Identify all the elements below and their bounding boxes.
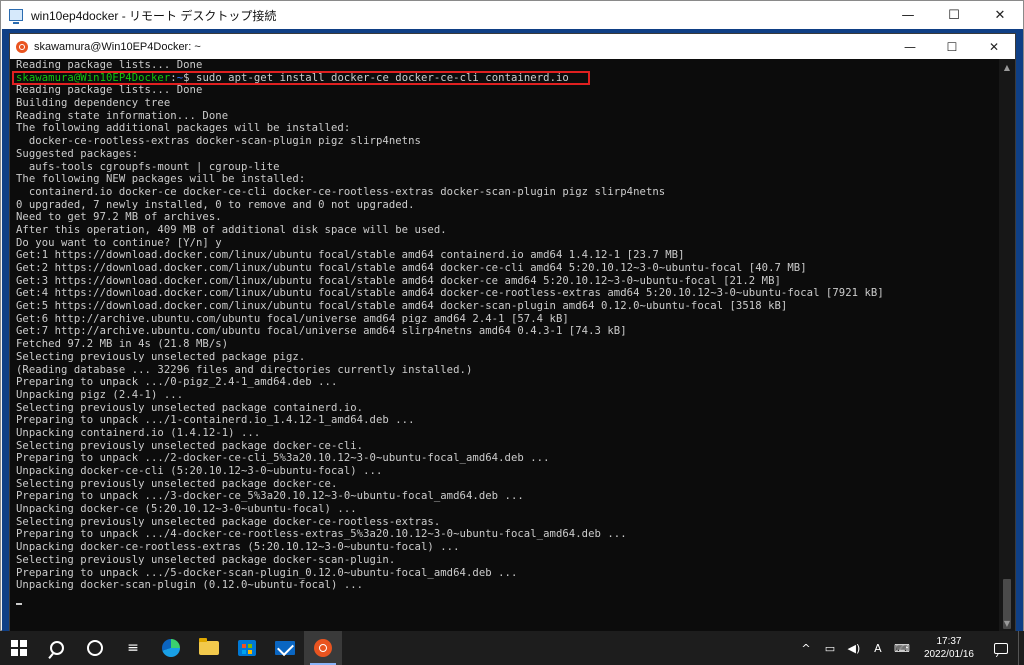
terminal-output[interactable]: Reading package lists... Done skawamura@… [10, 59, 999, 631]
output-lines: Reading package lists... Done Building de… [16, 84, 999, 592]
mail-button[interactable] [266, 631, 304, 665]
terminal-line: Get:6 http://archive.ubuntu.com/ubuntu f… [16, 312, 569, 325]
terminal-line: Fetched 97.2 MB in 4s (21.8 MB/s) [16, 338, 229, 351]
volume-icon[interactable]: ◀) [842, 631, 866, 665]
cursor-line [16, 592, 999, 605]
terminal-window: skawamura@Win10EP4Docker: ~ — ☐ ✕ Readin… [9, 33, 1016, 632]
network-icon[interactable]: ▭ [818, 631, 842, 665]
rdp-titlebar[interactable]: win10ep4docker - リモート デスクトップ接続 — ☐ ✕ [1, 1, 1023, 29]
store-icon [238, 640, 256, 656]
terminal-line: Reading package lists... Done [16, 59, 203, 71]
terminal-line: Need to get 97.2 MB of archives. [16, 211, 222, 224]
widgets-button[interactable]: ≡ [114, 631, 152, 665]
terminal-line: Preparing to unpack .../5-docker-scan-pl… [16, 566, 518, 579]
terminal-scrollbar[interactable]: ▲ ▼ [999, 59, 1015, 631]
terminal-line: Unpacking docker-ce-rootless-extras (5:2… [16, 541, 460, 554]
terminal-line: containerd.io docker-ce docker-ce-cli do… [16, 185, 666, 198]
terminal-line: 0 upgraded, 7 newly installed, 0 to remo… [16, 198, 415, 211]
terminal-line: Unpacking docker-ce (5:20.10.12~3-0~ubun… [16, 503, 357, 516]
terminal-line: Get:5 https://download.docker.com/linux/… [16, 300, 788, 313]
rdp-window: win10ep4docker - リモート デスクトップ接続 — ☐ ✕ ska… [0, 0, 1024, 632]
terminal-line: Preparing to unpack .../1-containerd.io_… [16, 414, 415, 427]
scroll-up-icon[interactable]: ▲ [999, 59, 1015, 75]
terminal-line: Suggested packages: [16, 147, 139, 160]
edge-button[interactable] [152, 631, 190, 665]
terminal-line: Selecting previously unselected package … [16, 553, 396, 566]
ime-indicator[interactable]: A [866, 631, 890, 665]
taskbar: ≡ ^ ▭ ◀) A ⌨ 17:37 2022/01/16 [0, 631, 1024, 665]
terminal-line: aufs-tools cgroupfs-mount | cgroup-lite [16, 160, 280, 173]
terminal-line: Unpacking docker-scan-plugin (0.12.0~ubu… [16, 579, 364, 592]
terminal-line: Get:1 https://download.docker.com/linux/… [16, 249, 685, 262]
terminal-line: docker-ce-rootless-extras docker-scan-pl… [16, 135, 421, 148]
terminal-line: Reading package lists... Done [16, 84, 203, 97]
file-explorer-button[interactable] [190, 631, 228, 665]
terminal-line: Selecting previously unselected package … [16, 515, 441, 528]
terminal-line: Reading state information... Done [16, 109, 229, 122]
show-desktop-button[interactable] [1018, 631, 1024, 665]
terminal-line: Unpacking docker-ce-cli (5:20.10.12~3-0~… [16, 465, 383, 477]
terminal-line: (Reading database ... 32296 files and di… [16, 363, 473, 376]
rdp-close-button[interactable]: ✕ [977, 1, 1023, 29]
system-tray: ^ ▭ ◀) A ⌨ 17:37 2022/01/16 [794, 631, 1024, 665]
folder-icon [199, 638, 219, 655]
task-view-button[interactable] [76, 631, 114, 665]
terminal-line: Get:7 http://archive.ubuntu.com/ubuntu f… [16, 325, 627, 338]
terminal-line: Preparing to unpack .../2-docker-ce-cli_… [16, 452, 550, 465]
mail-icon [275, 641, 295, 655]
terminal-line: Get:4 https://download.docker.com/linux/… [16, 287, 884, 300]
task-view-icon [87, 640, 103, 656]
terminal-close-button[interactable]: ✕ [973, 34, 1015, 59]
terminal-line: Selecting previously unselected package … [16, 350, 306, 363]
widgets-icon: ≡ [127, 640, 139, 656]
scroll-down-icon[interactable]: ▼ [999, 615, 1015, 631]
terminal-line: Selecting previously unselected package … [16, 477, 338, 490]
terminal-line: Selecting previously unselected package … [16, 401, 364, 414]
ubuntu-icon [16, 40, 28, 53]
terminal-line: Unpacking containerd.io (1.4.12-1) ... [16, 426, 261, 439]
terminal-line: Unpacking pigz (2.4-1) ... [16, 388, 184, 401]
ubuntu-icon [314, 639, 332, 657]
terminal-line: Selecting previously unselected package … [16, 439, 364, 452]
rdp-minimize-button[interactable]: — [885, 1, 931, 29]
tray-overflow-chevron-icon[interactable]: ^ [794, 631, 818, 665]
prompt-user-host: skawamura@Win10EP4Docker [16, 71, 171, 84]
terminal-title: skawamura@Win10EP4Docker: ~ [34, 40, 201, 53]
clock-date: 2022/01/16 [923, 649, 974, 660]
terminal-line: Preparing to unpack .../3-docker-ce_5%3a… [16, 490, 524, 503]
terminal-line: Building dependency tree [16, 97, 171, 110]
prompt-command: sudo apt-get install docker-ce docker-ce… [196, 71, 569, 84]
clock[interactable]: 17:37 2022/01/16 [914, 631, 984, 665]
prompt-line: skawamura@Win10EP4Docker:~$ sudo apt-get… [12, 70, 999, 85]
rdp-window-title: win10ep4docker - リモート デスクトップ接続 [31, 8, 277, 23]
terminal-maximize-button[interactable]: ☐ [931, 34, 973, 59]
remote-desktop-area: skawamura@Win10EP4Docker: ~ — ☐ ✕ Readin… [2, 29, 1023, 632]
edge-icon [162, 639, 180, 657]
terminal-cursor [16, 602, 22, 605]
terminal-line: Preparing to unpack .../4-docker-ce-root… [16, 528, 627, 541]
windows-logo-icon [11, 640, 27, 656]
rdp-maximize-button[interactable]: ☐ [931, 1, 977, 29]
terminal-line: Preparing to unpack .../0-pigz_2.4-1_amd… [16, 376, 338, 389]
terminal-line: Get:3 https://download.docker.com/linux/… [16, 274, 781, 287]
terminal-line: After this operation, 409 MB of addition… [16, 223, 447, 236]
rdp-window-controls: — ☐ ✕ [885, 1, 1023, 29]
ubuntu-button[interactable] [304, 631, 342, 665]
clock-time: 17:37 [936, 636, 962, 647]
terminal-line: The following NEW packages will be insta… [16, 173, 306, 186]
keyboard-icon[interactable]: ⌨ [890, 631, 914, 665]
terminal-line: Get:2 https://download.docker.com/linux/… [16, 262, 807, 274]
notification-icon[interactable] [994, 642, 1008, 654]
terminal-line: The following additional packages will b… [16, 122, 351, 135]
remote-desktop-icon [9, 9, 23, 24]
terminal-minimize-button[interactable]: — [889, 34, 931, 59]
terminal-line: Do you want to continue? [Y/n] y [16, 236, 222, 249]
store-button[interactable] [228, 631, 266, 665]
terminal-window-controls: — ☐ ✕ [889, 34, 1015, 59]
search-icon [50, 641, 64, 655]
search-button[interactable] [38, 631, 76, 665]
start-button[interactable] [0, 631, 38, 665]
terminal-titlebar[interactable]: skawamura@Win10EP4Docker: ~ — ☐ ✕ [10, 34, 1015, 59]
